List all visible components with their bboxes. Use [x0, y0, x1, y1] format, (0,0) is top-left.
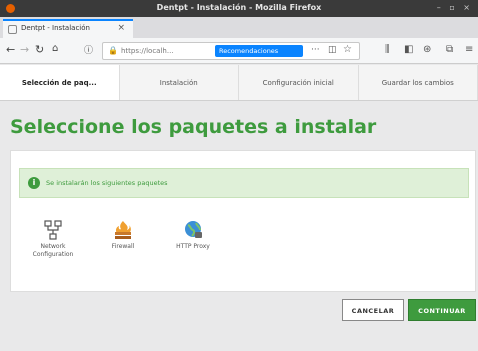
step-package-selection: Selección de paq...: [0, 65, 120, 100]
lock-icon: 🔒: [108, 46, 118, 55]
cancel-button[interactable]: CANCELAR: [342, 299, 404, 321]
home-icon[interactable]: ⌂: [52, 43, 58, 54]
info-alert: i Se instalarán los siguientes paquetes: [19, 168, 469, 198]
url-bar[interactable]: 🔒 https://localh... Recomendaciones ··· …: [102, 42, 360, 60]
back-icon[interactable]: ←: [6, 43, 15, 56]
window-controls[interactable]: – ▫ ×: [437, 3, 473, 12]
network-icon: [44, 220, 62, 240]
package-network-configuration: Network Configuration: [23, 219, 83, 259]
package-panel: i Se instalarán los siguientes paquetes …: [10, 150, 476, 292]
window-title: Dentpt - Instalación - Mozilla Firefox: [156, 3, 322, 12]
recommendation-badge[interactable]: Recomendaciones: [215, 45, 303, 57]
sidebar-icon[interactable]: ◧: [404, 44, 413, 55]
package-label: Firewall: [111, 243, 135, 250]
tab-label: Dentpt - Instalación: [21, 24, 90, 32]
firewall-icon: [115, 221, 131, 239]
window-titlebar: Dentpt - Instalación - Mozilla Firefox –…: [0, 0, 478, 17]
page-actions-icon[interactable]: ···: [311, 45, 320, 55]
bookmark-star-icon[interactable]: ☆: [343, 44, 352, 55]
menu-icon[interactable]: ≡: [465, 44, 473, 55]
close-tab-icon[interactable]: ×: [117, 23, 125, 33]
continue-button[interactable]: CONTINUAR: [408, 299, 476, 321]
step-initial-configuration: Configuración inicial: [239, 65, 359, 100]
info-message: Se instalarán los siguientes paquetes: [46, 179, 168, 187]
forward-icon[interactable]: →: [20, 43, 29, 56]
page-title: Seleccione los paquetes a instalar: [10, 116, 377, 138]
sync-icon[interactable]: ⊛: [423, 44, 431, 55]
package-label: HTTP Proxy: [176, 243, 210, 250]
tab-installation[interactable]: Dentpt - Instalación ×: [3, 19, 133, 38]
tab-strip: Dentpt - Instalación × +: [0, 17, 478, 51]
proxy-globe-icon: [185, 221, 202, 238]
url-text[interactable]: https://localh...: [121, 47, 211, 55]
wizard-steps: Selección de paq... Instalación Configur…: [0, 65, 478, 101]
package-firewall: Firewall: [93, 219, 153, 251]
pocket-icon[interactable]: ◫: [328, 45, 337, 55]
navigation-toolbar: ← → ↻ ⌂ ⓘ 🔒 https://localh... Recomendac…: [0, 38, 478, 64]
info-icon: i: [28, 177, 40, 189]
reload-icon[interactable]: ↻: [35, 43, 44, 56]
step-save-changes: Guardar los cambios: [359, 65, 478, 100]
extension-icon[interactable]: ⧉: [446, 44, 453, 55]
package-label: Network Configuration: [32, 243, 74, 258]
package-http-proxy: HTTP Proxy: [163, 219, 223, 251]
step-installation: Instalación: [120, 65, 239, 100]
site-info-icon[interactable]: ⓘ: [84, 43, 93, 56]
page-favicon-icon: [8, 25, 17, 34]
library-icon[interactable]: ⫼: [385, 44, 390, 55]
